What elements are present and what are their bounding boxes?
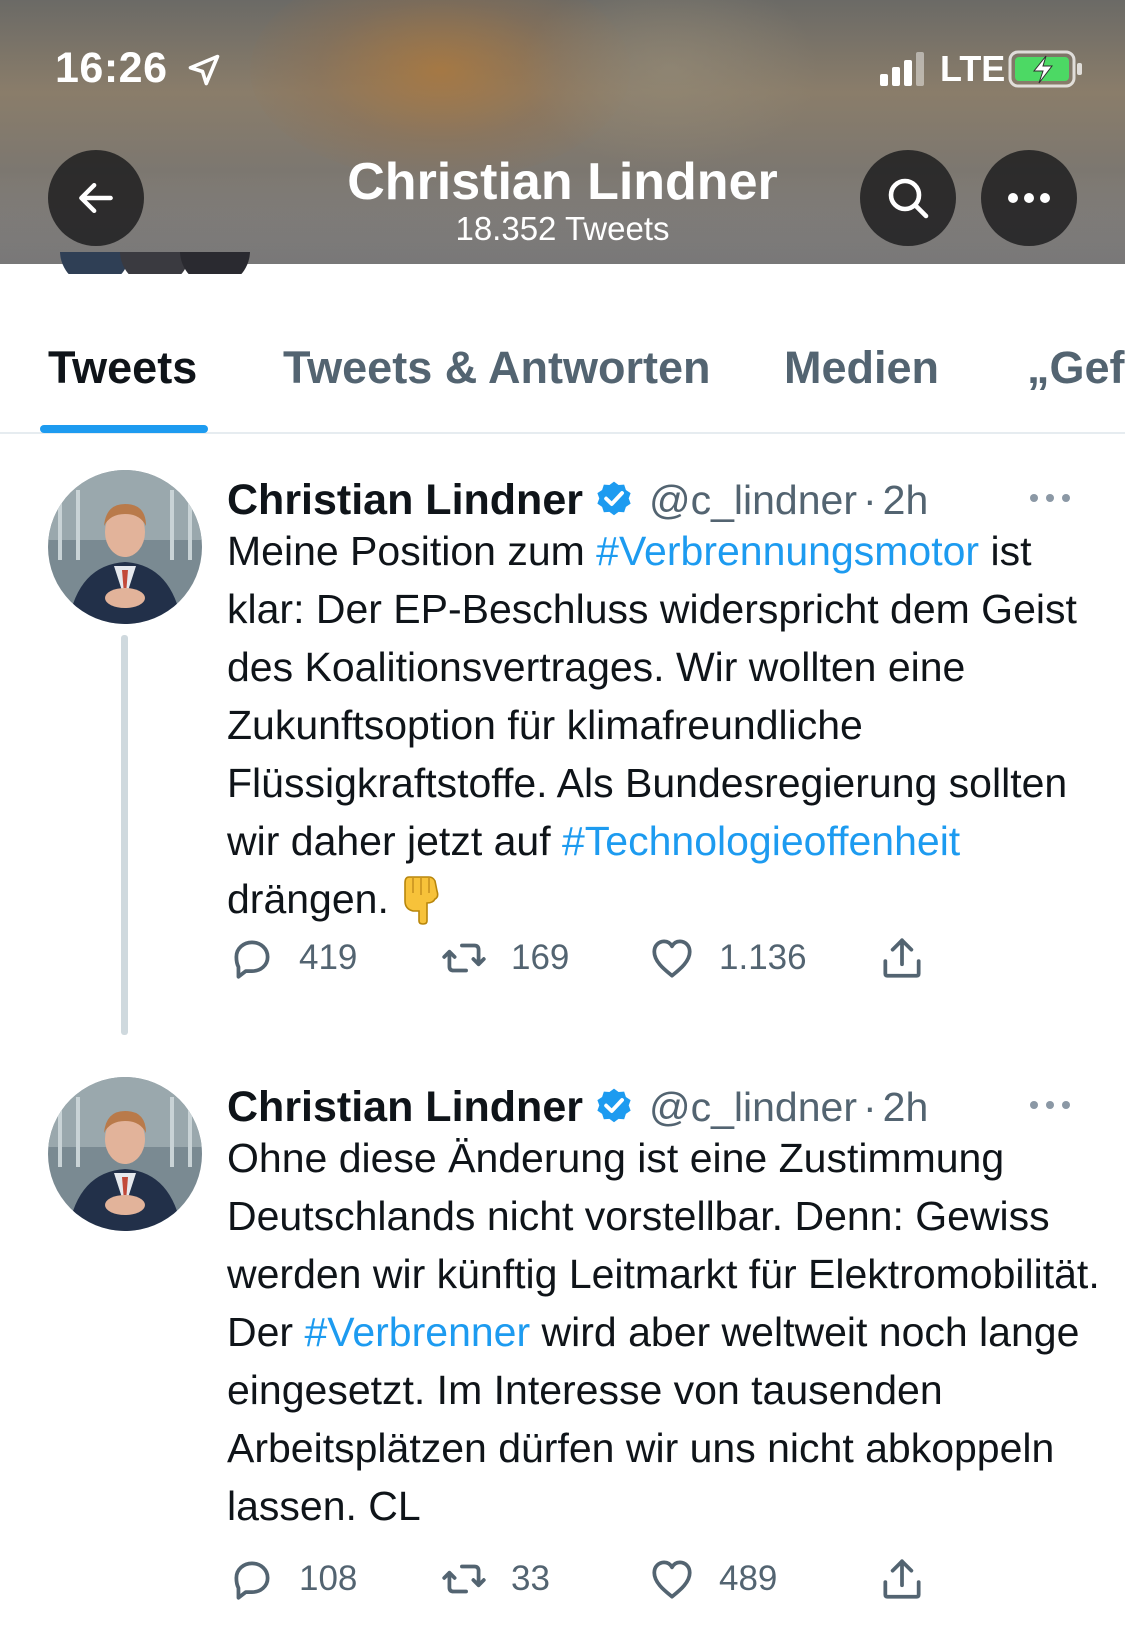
- avatar-image: [48, 470, 202, 624]
- retweet-button[interactable]: 169: [439, 928, 569, 988]
- avatar-image: [48, 1077, 202, 1231]
- share-button[interactable]: [877, 1549, 927, 1609]
- follower-avatar: [180, 252, 250, 274]
- more-icon: [1008, 193, 1050, 203]
- separator-dot: ·: [862, 1083, 877, 1130]
- tweet[interactable]: Christian Lindner @c_lindner · 2h Ohne d…: [0, 1077, 1125, 1645]
- network-label: LTE: [940, 48, 1006, 89]
- reply-button[interactable]: 419: [227, 928, 357, 988]
- tweet-actions: 419 169 1.136: [227, 928, 947, 988]
- like-button[interactable]: 489: [647, 1549, 777, 1609]
- tweet-header: Christian Lindner @c_lindner · 2h: [227, 470, 928, 530]
- tweet[interactable]: Christian Lindner @c_lindner · 2h Meine …: [0, 470, 1125, 1035]
- share-button[interactable]: [877, 928, 927, 988]
- battery-charging-icon: [1008, 50, 1082, 88]
- tweet-text-part: ist klar: Der EP-Beschluss widerspricht …: [227, 528, 1077, 864]
- tweet-text-part: Meine Position zum: [227, 528, 597, 574]
- reply-button[interactable]: 108: [227, 1549, 357, 1609]
- retweet-button[interactable]: 33: [439, 1549, 550, 1609]
- profile-header: 16:26 LTE Christian Lindner 18.352 Tweet…: [0, 0, 1125, 264]
- reply-icon: [234, 940, 270, 979]
- verified-badge-icon: [597, 1088, 631, 1123]
- tab-media[interactable]: Medien: [784, 342, 939, 394]
- hashtag-link[interactable]: #Verbrenner: [304, 1309, 530, 1355]
- search-icon: [888, 178, 929, 219]
- tweet-text: Meine Position zum #Verbrennungsmotor is…: [227, 522, 1107, 928]
- more-button[interactable]: [981, 150, 1077, 246]
- active-tab-indicator: [40, 425, 208, 433]
- tab-tweets[interactable]: Tweets: [48, 342, 197, 394]
- share-icon: [883, 938, 921, 978]
- reply-icon: [234, 1561, 270, 1600]
- signal-icon: [880, 52, 924, 86]
- search-button[interactable]: [860, 150, 956, 246]
- more-icon[interactable]: [1026, 1095, 1074, 1115]
- author-handle[interactable]: @c_lindner: [649, 1084, 857, 1131]
- retweet-icon: [442, 943, 486, 973]
- like-count: 1.136: [719, 938, 807, 977]
- retweet-icon: [442, 1564, 486, 1594]
- tweet-actions: 108 33 489: [227, 1549, 947, 1609]
- verified-badge-icon: [597, 481, 631, 516]
- tab-tweets-and-replies[interactable]: Tweets & Antworten: [283, 342, 711, 394]
- profile-tabs: Tweets Tweets & Antworten Medien „Gef: [0, 274, 1125, 434]
- tweet-time[interactable]: 2h: [883, 477, 929, 524]
- tweet-text: Ohne diese Änderung ist eine Zustimmung …: [227, 1129, 1107, 1535]
- like-button[interactable]: 1.136: [647, 928, 807, 988]
- reply-count: 108: [299, 1559, 358, 1598]
- separator-dot: ·: [862, 476, 877, 523]
- followers-preview-strip: [0, 252, 1125, 274]
- location-arrow-icon: [188, 54, 220, 86]
- tweet-header: Christian Lindner @c_lindner · 2h: [227, 1077, 928, 1137]
- tweet-time[interactable]: 2h: [883, 1084, 929, 1131]
- retweet-count: 169: [511, 938, 570, 977]
- hashtag-link[interactable]: #Technologieoffenheit: [562, 818, 960, 864]
- avatar[interactable]: [48, 1077, 202, 1231]
- status-time: 16:26: [55, 44, 168, 92]
- avatar[interactable]: [48, 470, 202, 624]
- tab-likes[interactable]: „Gef: [1027, 342, 1125, 394]
- hand-pointing-down-emoji: [404, 876, 439, 925]
- like-icon: [652, 939, 692, 978]
- tweet-count: 18.352 Tweets: [455, 210, 670, 247]
- share-icon: [883, 1559, 921, 1599]
- reply-count: 419: [299, 938, 358, 977]
- author-handle[interactable]: @c_lindner: [649, 477, 857, 524]
- tweet-text-part: drängen.: [227, 876, 389, 922]
- thread-line: [121, 635, 128, 1035]
- author-name[interactable]: Christian Lindner: [227, 476, 583, 525]
- retweet-count: 33: [511, 1559, 550, 1598]
- like-icon: [652, 1560, 692, 1599]
- hashtag-link[interactable]: #Verbrennungsmotor: [596, 528, 979, 574]
- like-count: 489: [719, 1559, 778, 1598]
- more-icon[interactable]: [1026, 488, 1074, 508]
- page-title: Christian Lindner: [347, 153, 778, 211]
- author-name[interactable]: Christian Lindner: [227, 1083, 583, 1132]
